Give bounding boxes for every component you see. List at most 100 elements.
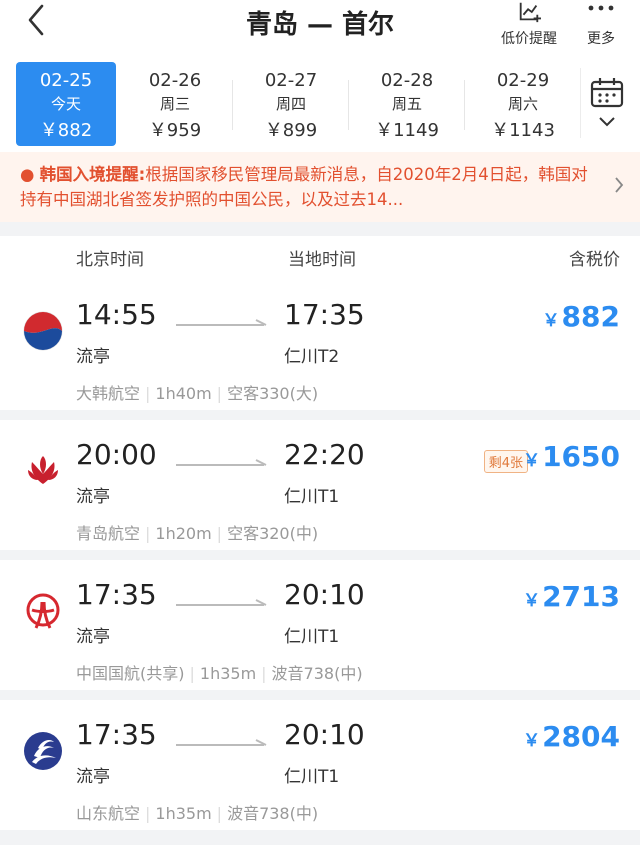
airline-name: 山东航空 (76, 804, 141, 823)
scroll-fade (560, 62, 580, 148)
air-china-logo (26, 593, 60, 629)
price-value: 2713 (542, 580, 620, 613)
tax-price-header: 含税价 (569, 250, 620, 270)
date-tab[interactable]: 02-28 周五 ￥1149 (352, 62, 462, 146)
arrival-time: 20:10 (284, 578, 365, 611)
flight-duration: 1h35m (199, 664, 257, 683)
departure-airport: 流亭 (76, 767, 110, 787)
date-tab-price: ￥1149 (375, 120, 439, 141)
departure-airport: 流亭 (76, 347, 110, 367)
local-time-header: 当地时间 (288, 250, 356, 270)
flight-card[interactable]: 14:55 17:35 流亭 仁川T2 大韩航空 | 1h40m | 空客330(大) … (0, 280, 640, 410)
price-alert-label: 低价提醒 (501, 31, 557, 47)
departure-airport: 流亭 (76, 627, 110, 647)
arrival-airport: 仁川T1 (284, 767, 340, 787)
flight-duration: 1h40m (155, 384, 212, 403)
flight-info: 山东航空 | 1h35m | 波音738(中) (76, 804, 319, 823)
date-tab-weekday: 今天 (50, 95, 81, 113)
column-header: 北京时间 当地时间 含税价 (0, 236, 640, 278)
flight-arrow (176, 599, 267, 606)
airline-name: 青岛航空 (76, 524, 141, 543)
qingdao-airlines-logo (28, 456, 58, 484)
price-value: 2804 (542, 720, 620, 753)
more-label: 更多 (587, 31, 615, 47)
flight-price: ￥882 (543, 300, 620, 333)
flight-info: 青岛航空 | 1h20m | 空客320(中) (76, 524, 319, 543)
card-gap (0, 830, 640, 845)
departure-time: 20:00 (76, 438, 157, 471)
date-tab[interactable]: 02-26 周三 ￥959 (120, 62, 230, 146)
flight-price: ￥2713 (523, 580, 620, 613)
date-tab-date: 02-27 (264, 70, 318, 91)
currency-symbol: ￥ (542, 311, 560, 331)
flight-arrow (176, 739, 267, 746)
airline-name: 中国国航(共享) (76, 664, 185, 683)
calendar-button[interactable] (580, 68, 630, 138)
price-value: 882 (561, 300, 620, 333)
notice-text: ● 韩国入境提醒:根据国家移民管理局最新消息，自2020年2月4日起，韩国对持有… (20, 165, 588, 209)
chart-alert-icon (519, 2, 541, 23)
chevron-right-icon (615, 177, 624, 193)
flight-info: 中国国航(共享) | 1h35m | 波音738(中) (76, 664, 363, 683)
arrival-airport: 仁川T1 (284, 627, 340, 647)
aircraft-type: 空客330(大) (227, 384, 319, 403)
date-selector: 02-25 今天 ￥882 02-26 周三 ￥959 02-27 周四 ￥89… (0, 58, 640, 148)
card-gap (0, 550, 640, 560)
arrival-time: 20:10 (284, 718, 365, 751)
flight-arrow (176, 319, 267, 326)
date-tab-date: 02-28 (380, 70, 434, 91)
currency-symbol: ￥ (523, 591, 541, 611)
beijing-time-header: 北京时间 (76, 250, 144, 270)
date-tab-price: ￥882 (39, 120, 93, 141)
price-value: 1650 (542, 440, 620, 473)
date-tab-weekday: 周三 (159, 95, 190, 113)
currency-symbol: ￥ (523, 731, 541, 751)
notice-title: 韩国入境提醒: (39, 165, 146, 184)
arrival-time: 22:20 (284, 438, 365, 471)
date-tab[interactable]: 02-25 今天 ￥882 (16, 62, 116, 146)
chevron-down-icon (599, 117, 615, 127)
date-tab-date: 02-25 (39, 70, 93, 91)
aircraft-type: 波音738(中) (271, 664, 363, 683)
arrival-airport: 仁川T2 (284, 347, 340, 367)
entry-notice-banner[interactable]: ● 韩国入境提醒:根据国家移民管理局最新消息，自2020年2月4日起，韩国对持有… (0, 152, 640, 222)
currency-symbol: ￥ (523, 451, 541, 471)
airline-name: 大韩航空 (76, 384, 141, 403)
card-gap (0, 690, 640, 700)
more-dots-icon (588, 5, 614, 11)
flight-duration: 1h20m (155, 524, 212, 543)
divider (464, 80, 465, 130)
departure-time: 17:35 (76, 578, 157, 611)
card-gap (0, 410, 640, 420)
flight-price: ￥1650 (523, 440, 620, 473)
korean-air-logo (23, 311, 63, 351)
flight-price: ￥2804 (523, 720, 620, 753)
aircraft-type: 波音738(中) (227, 804, 319, 823)
date-tab-price: ￥899 (264, 120, 318, 141)
date-tab-weekday: 周四 (275, 95, 306, 113)
departure-airport: 流亭 (76, 487, 110, 507)
shandong-airlines-logo (24, 732, 62, 770)
divider (232, 80, 233, 130)
flight-card[interactable]: 17:35 20:10 流亭 仁川T1 中国国航(共享) | 1h35m | 波音738… (0, 560, 640, 690)
header-bar: 青岛 — 首尔 低价提醒 更多 (0, 0, 640, 50)
date-tab[interactable]: 02-27 周四 ￥899 (236, 62, 346, 146)
date-tab-date: 02-26 (148, 70, 202, 91)
remaining-seats-badge: 剩4张 (483, 450, 528, 473)
section-gap (0, 222, 640, 236)
departure-time: 14:55 (76, 298, 157, 331)
flight-duration: 1h35m (155, 804, 212, 823)
arrival-airport: 仁川T1 (284, 487, 340, 507)
divider (348, 80, 349, 130)
flight-card[interactable]: 20:00 22:20 流亭 仁川T1 青岛航空 | 1h20m | 空客320(中) … (0, 420, 640, 550)
flight-info: 大韩航空 | 1h40m | 空客330(大) (76, 384, 319, 403)
calendar-icon (590, 78, 624, 108)
arrival-time: 17:35 (284, 298, 365, 331)
aircraft-type: 空客320(中) (227, 524, 319, 543)
flight-card[interactable]: 17:35 20:10 流亭 仁川T1 山东航空 | 1h35m | 波音738(中) … (0, 700, 640, 830)
departure-time: 17:35 (76, 718, 157, 751)
more-button[interactable]: 更多 (566, 0, 636, 48)
date-tab-price: ￥959 (148, 120, 202, 141)
flight-arrow (176, 459, 267, 466)
price-alert-button[interactable]: 低价提醒 (494, 0, 564, 48)
